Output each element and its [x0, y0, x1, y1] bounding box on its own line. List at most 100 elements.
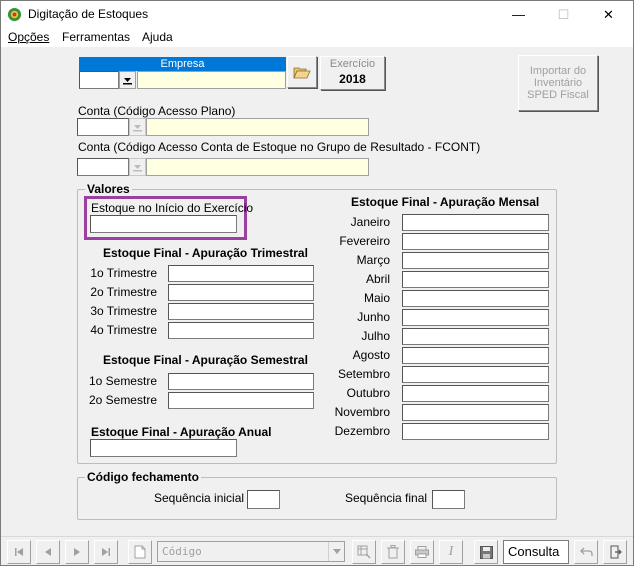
exercicio-value: 2018	[339, 72, 366, 86]
minimize-button[interactable]: —	[496, 1, 541, 28]
chevron-down-icon	[332, 549, 341, 554]
codigo-search-placeholder: Código	[162, 545, 202, 558]
seq-inicial-input[interactable]	[247, 490, 280, 509]
mes-input[interactable]	[402, 309, 549, 326]
codigo-search-select[interactable]: Código	[157, 541, 345, 562]
mes-input[interactable]	[402, 271, 549, 288]
trimestre-label: 1o Trimestre	[90, 266, 157, 280]
codigo-search-dropdown[interactable]	[328, 542, 344, 561]
conta-fcont-code-input[interactable]	[77, 158, 129, 176]
menu-bar: Opções Ferramentas Ajuda	[1, 28, 633, 47]
mes-input[interactable]	[402, 328, 549, 345]
semestre-input[interactable]	[168, 392, 314, 409]
italic-icon: I	[448, 544, 454, 559]
mes-input[interactable]	[402, 423, 549, 440]
save-button[interactable]	[474, 540, 498, 564]
conta-dropdown-button[interactable]	[129, 118, 146, 136]
mes-input[interactable]	[402, 385, 549, 402]
mes-label: Outubro	[346, 386, 390, 400]
conta-fcont-name-field[interactable]	[146, 158, 369, 176]
undo-button[interactable]	[574, 540, 598, 564]
conta-name-field[interactable]	[146, 118, 369, 136]
maximize-icon: ☐	[557, 6, 570, 22]
undo-icon	[579, 547, 593, 556]
previous-record-button[interactable]	[36, 540, 60, 564]
trimestre-label: 2o Trimestre	[90, 285, 157, 299]
new-document-button[interactable]	[128, 540, 152, 564]
menu-ferramentas[interactable]: Ferramentas	[62, 30, 130, 44]
mes-label: Setembro	[337, 367, 390, 381]
mes-label: Novembro	[334, 405, 390, 419]
fechamento-title: Código fechamento	[85, 470, 202, 484]
mes-label: Janeiro	[350, 215, 390, 229]
mes-label: Dezembro	[334, 424, 390, 438]
mes-label: Agosto	[352, 348, 390, 362]
inicio-input[interactable]	[90, 215, 237, 233]
menu-ajuda[interactable]: Ajuda	[142, 30, 173, 44]
mes-label: Maio	[363, 291, 390, 305]
delete-button[interactable]	[381, 540, 405, 564]
conta-fcont-dropdown-button[interactable]	[129, 158, 146, 176]
next-icon	[74, 548, 80, 556]
close-icon: ✕	[603, 6, 614, 22]
trimestre-label: 3o Trimestre	[90, 304, 157, 318]
arrow-down-icon	[133, 165, 142, 172]
mes-input[interactable]	[402, 252, 549, 269]
valores-title: Valores	[85, 182, 132, 196]
maximize-button[interactable]: ☐	[541, 1, 586, 28]
next-record-button[interactable]	[65, 540, 89, 564]
trimestre-input[interactable]	[168, 322, 314, 339]
printer-icon	[415, 546, 429, 558]
mes-input[interactable]	[402, 290, 549, 307]
arrow-down-icon	[133, 125, 142, 132]
trimestral-title: Estoque Final - Apuração Trimestral	[103, 246, 308, 260]
exit-door-icon	[610, 545, 622, 559]
anual-input[interactable]	[90, 439, 237, 457]
mode-status: Consulta	[503, 540, 569, 564]
minimize-icon: —	[512, 7, 525, 22]
browse-button[interactable]	[287, 56, 317, 88]
close-button[interactable]: ✕	[586, 1, 631, 28]
import-sped-line1: Importar do	[529, 65, 587, 77]
trimestre-input[interactable]	[168, 284, 314, 301]
exit-button[interactable]	[603, 540, 627, 564]
empresa-header: Empresa	[79, 57, 286, 71]
import-sped-button[interactable]: Importar do Inventário SPED Fiscal	[518, 55, 598, 111]
mes-input[interactable]	[402, 214, 549, 231]
empresa-code-input[interactable]	[79, 71, 119, 89]
seq-inicial-label: Sequência inicial	[154, 491, 245, 505]
mes-input[interactable]	[402, 347, 549, 364]
mes-label: Fevereiro	[339, 234, 390, 248]
semestral-title: Estoque Final - Apuração Semestral	[103, 353, 308, 367]
menu-opcoes[interactable]: Opções	[8, 30, 49, 44]
first-record-button[interactable]	[7, 540, 31, 564]
semestre-label: 1o Semestre	[88, 374, 157, 388]
last-record-button[interactable]	[94, 540, 118, 564]
previous-icon	[45, 548, 51, 556]
save-icon	[479, 545, 493, 559]
conta-code-input[interactable]	[77, 118, 129, 136]
folder-open-icon	[293, 67, 311, 79]
trimestre-input[interactable]	[168, 303, 314, 320]
empresa-name-field[interactable]	[137, 71, 286, 89]
mes-label: Julho	[361, 329, 390, 343]
inicio-label: Estoque no Início do Exercício	[91, 201, 254, 215]
mes-label: Abril	[365, 272, 390, 286]
seq-final-input[interactable]	[432, 490, 465, 509]
trimestre-label: 4o Trimestre	[90, 323, 157, 337]
semestre-input[interactable]	[168, 373, 314, 390]
exercicio-panel: Exercício 2018	[320, 56, 385, 90]
semestre-label: 2o Semestre	[88, 393, 157, 407]
mes-input[interactable]	[402, 404, 549, 421]
search-button[interactable]	[352, 540, 376, 564]
trimestre-input[interactable]	[168, 265, 314, 282]
print-button[interactable]	[410, 540, 434, 564]
italic-button[interactable]: I	[439, 540, 463, 564]
import-sped-line2: Inventário	[533, 77, 583, 89]
anual-title: Estoque Final - Apuração Anual	[91, 425, 272, 439]
mes-input[interactable]	[402, 233, 549, 250]
empresa-dropdown-button[interactable]	[119, 71, 136, 89]
mes-label: Março	[356, 253, 390, 267]
mes-input[interactable]	[402, 366, 549, 383]
main-window: Digitação de Estoques — ☐ ✕ Opções Ferra…	[0, 0, 634, 566]
